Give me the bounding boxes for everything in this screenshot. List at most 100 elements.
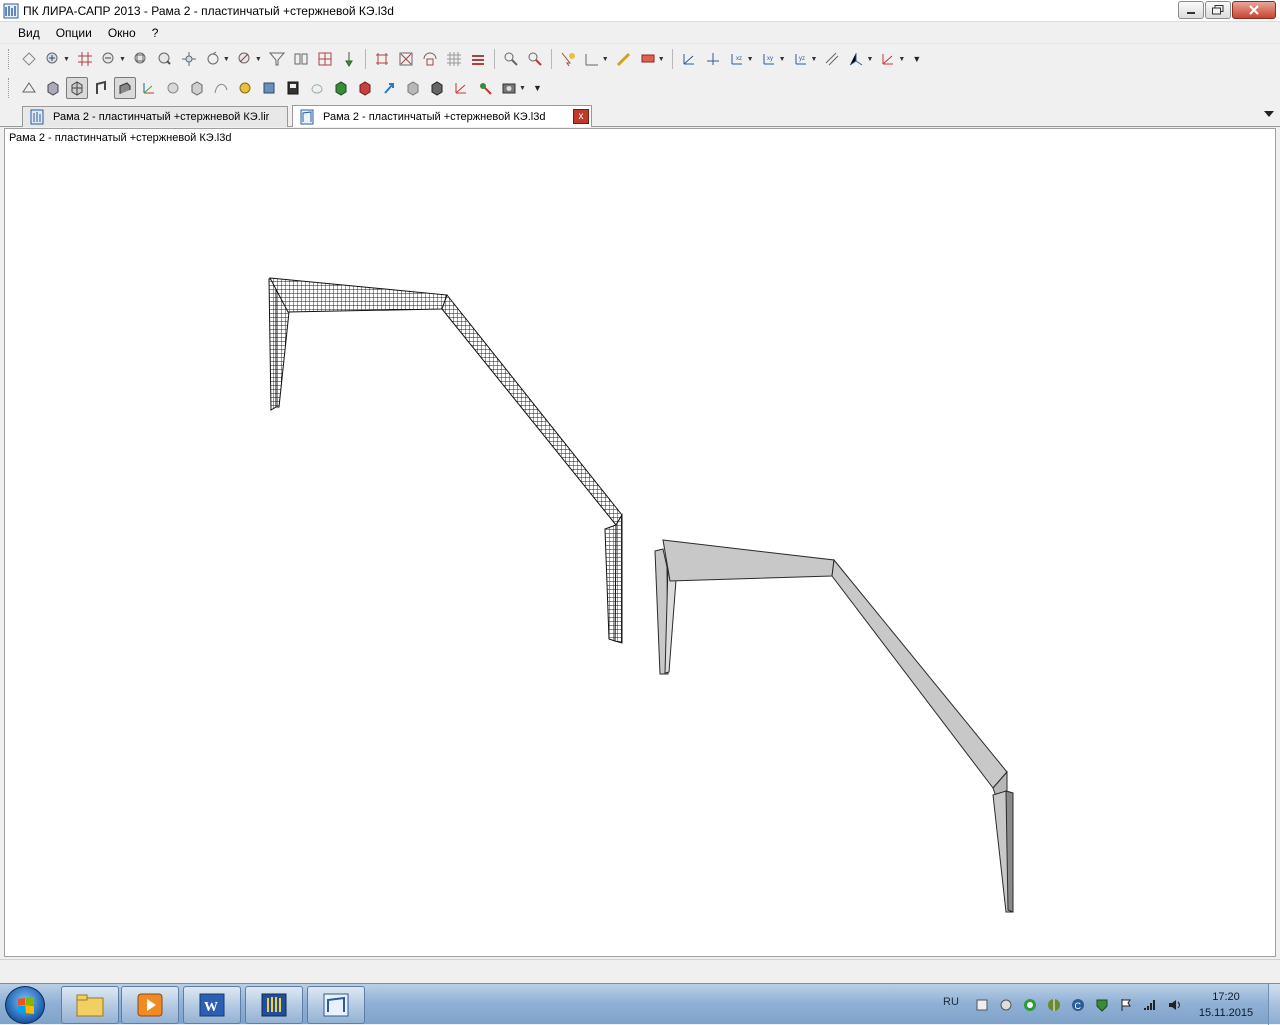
- layers-icon[interactable]: [467, 48, 489, 70]
- language-indicator[interactable]: RU: [943, 996, 959, 1008]
- color-sphere-icon[interactable]: [234, 77, 256, 99]
- chevron-down-icon[interactable]: ▼: [223, 56, 230, 63]
- flip-icon[interactable]: [419, 48, 441, 70]
- tab-list-dropdown-icon[interactable]: [1264, 111, 1274, 117]
- chevron-down-icon[interactable]: ▼: [255, 56, 262, 63]
- chevron-down-icon[interactable]: ▼: [519, 85, 526, 92]
- taskbar-word-button[interactable]: W: [183, 986, 241, 1024]
- chevron-down-icon[interactable]: ▼: [811, 56, 818, 63]
- view-xy-icon[interactable]: xy: [758, 48, 780, 70]
- green-box-icon[interactable]: [330, 77, 352, 99]
- axes-red-icon[interactable]: [450, 77, 472, 99]
- filter-icon[interactable]: [266, 48, 288, 70]
- zoom-all-icon[interactable]: [154, 48, 176, 70]
- view-origin-icon[interactable]: [702, 48, 724, 70]
- close-button[interactable]: [1232, 1, 1276, 19]
- find-element-icon[interactable]: [524, 48, 546, 70]
- spline-icon[interactable]: [210, 77, 232, 99]
- pin-icon[interactable]: [338, 48, 360, 70]
- start-button[interactable]: [5, 986, 45, 1024]
- tray-signal-icon[interactable]: [1143, 998, 1157, 1012]
- taskbar-explorer-button[interactable]: [61, 986, 119, 1024]
- menu-view[interactable]: Вид: [10, 23, 48, 43]
- pointer-icon[interactable]: [557, 48, 579, 70]
- taskbar-lira-button[interactable]: [245, 986, 303, 1024]
- toolbar-grip[interactable]: [8, 78, 11, 98]
- model-viewport[interactable]: Рама 2 - пластинчатый +стержневой КЭ.l3d: [4, 128, 1276, 957]
- tab-lir-document[interactable]: Рама 2 - пластинчатый +стержневой КЭ.lir: [22, 106, 288, 127]
- toolbar-grip[interactable]: [8, 49, 11, 69]
- view-xz2-icon[interactable]: xz: [726, 48, 748, 70]
- chevron-down-icon[interactable]: ▼: [779, 56, 786, 63]
- axes-color-icon[interactable]: [138, 77, 160, 99]
- grid-plane-icon[interactable]: [443, 48, 465, 70]
- chevron-down-icon[interactable]: ▼: [602, 56, 609, 63]
- zoom-in-icon[interactable]: [42, 48, 64, 70]
- tool-icon[interactable]: [474, 77, 496, 99]
- zoom-window-icon[interactable]: [130, 48, 152, 70]
- tray-network-icon[interactable]: [975, 998, 989, 1012]
- mesh-icon[interactable]: [314, 48, 336, 70]
- axis-red-icon[interactable]: [877, 48, 899, 70]
- select-nodes-icon[interactable]: [18, 48, 40, 70]
- rotate-icon[interactable]: [202, 48, 224, 70]
- tray-clock[interactable]: 17:20 15.11.2015: [1198, 989, 1254, 1021]
- chevron-down-icon[interactable]: ▼: [119, 56, 126, 63]
- red-box-icon[interactable]: [354, 77, 376, 99]
- search-icon[interactable]: [500, 48, 522, 70]
- show-desktop-button[interactable]: [1268, 984, 1280, 1025]
- chevron-down-icon[interactable]: ▼: [866, 56, 873, 63]
- tab-close-button[interactable]: x: [573, 109, 589, 124]
- tray-update-icon[interactable]: C: [1071, 998, 1085, 1012]
- tray-ball-icon[interactable]: [1047, 998, 1061, 1012]
- tray-hand-icon[interactable]: [999, 998, 1013, 1012]
- profile-icon[interactable]: [90, 77, 112, 99]
- tray-shield-icon[interactable]: [1095, 998, 1109, 1012]
- box-icon[interactable]: [258, 77, 280, 99]
- pan-icon[interactable]: [178, 48, 200, 70]
- taskbar-visor-button[interactable]: [307, 986, 365, 1024]
- plate-element-frame[interactable]: [268, 277, 623, 644]
- chevron-down-icon[interactable]: ▼: [658, 56, 665, 63]
- menu-options[interactable]: Опции: [48, 23, 100, 43]
- solid-icon[interactable]: [282, 77, 304, 99]
- nodes-icon[interactable]: [371, 48, 393, 70]
- toolbar-overflow-icon[interactable]: ▼: [533, 83, 542, 93]
- taskbar-media-player-button[interactable]: [121, 986, 179, 1024]
- wireframe-icon[interactable]: [18, 77, 40, 99]
- chevron-down-icon[interactable]: ▼: [747, 56, 754, 63]
- pencil-icon[interactable]: [613, 48, 635, 70]
- axes-icon[interactable]: [581, 48, 603, 70]
- ring-icon[interactable]: [306, 77, 328, 99]
- gray-box-icon[interactable]: [402, 77, 424, 99]
- menu-help[interactable]: ?: [144, 23, 167, 43]
- minimize-button[interactable]: [1178, 1, 1204, 19]
- sphere-icon[interactable]: [162, 77, 184, 99]
- section-icon[interactable]: [821, 48, 843, 70]
- zoom-out-icon[interactable]: [98, 48, 120, 70]
- grid-icon[interactable]: [74, 48, 96, 70]
- mirror-icon[interactable]: [290, 48, 312, 70]
- tray-green-icon[interactable]: [1023, 998, 1037, 1012]
- toolbar-overflow-icon[interactable]: ▼: [912, 54, 921, 64]
- axis3d-icon[interactable]: [845, 48, 867, 70]
- menu-window[interactable]: Окно: [100, 23, 144, 43]
- chevron-down-icon[interactable]: ▼: [898, 56, 905, 63]
- maximize-button[interactable]: [1205, 1, 1231, 19]
- bar-element-frame[interactable]: [654, 539, 1014, 913]
- shaded-cube-icon[interactable]: [186, 77, 208, 99]
- elements-icon[interactable]: [395, 48, 417, 70]
- cube-icon[interactable]: [42, 77, 64, 99]
- view-xz-icon[interactable]: [678, 48, 700, 70]
- dark-box-icon[interactable]: [426, 77, 448, 99]
- section-view-icon[interactable]: [114, 77, 136, 99]
- tab-l3d-document[interactable]: Рама 2 - пластинчатый +стержневой КЭ.l3d…: [292, 105, 592, 127]
- eraser-icon[interactable]: [637, 48, 659, 70]
- tray-flag-icon[interactable]: [1119, 998, 1133, 1012]
- view-yz-icon[interactable]: yz: [790, 48, 812, 70]
- fragment-icon[interactable]: [234, 48, 256, 70]
- arrow-icon[interactable]: [378, 77, 400, 99]
- tray-volume-icon[interactable]: [1167, 998, 1181, 1012]
- chevron-down-icon[interactable]: ▼: [63, 56, 70, 63]
- app-icon[interactable]: [3, 3, 19, 19]
